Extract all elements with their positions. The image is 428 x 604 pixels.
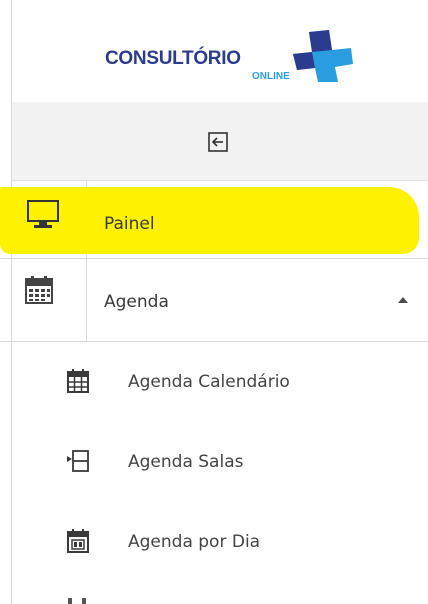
brand-logo[interactable]: CONSULTÓRIO ONLINE <box>105 30 365 82</box>
highlight-marker <box>0 187 419 254</box>
rooms-icon <box>67 450 89 472</box>
submenu-item-agenda-salas[interactable]: Agenda Salas <box>12 434 428 492</box>
submenu-label-agenda-por-dia: Agenda por Dia <box>128 532 261 552</box>
caret-up-icon[interactable] <box>398 297 408 303</box>
partial-menu-icon <box>68 598 86 604</box>
collapse-bar <box>12 102 428 181</box>
sidebar-item-agenda[interactable]: Agenda <box>0 259 428 342</box>
submenu-item-agenda-calendario[interactable]: Agenda Calendário <box>12 354 428 412</box>
submenu-label-agenda-salas: Agenda Salas <box>128 452 244 472</box>
submenu-label-agenda-calendario: Agenda Calendário <box>128 372 290 392</box>
submenu-item-agenda-por-dia[interactable]: Agenda por Dia <box>12 514 428 572</box>
brand-cross-icon <box>293 30 353 82</box>
calendar-day-icon <box>67 529 89 553</box>
logo-area: CONSULTÓRIO ONLINE <box>12 0 428 102</box>
calendar-icon <box>25 276 53 304</box>
brand-name: CONSULTÓRIO <box>105 48 241 69</box>
sidebar-item-painel-label: Painel <box>104 214 155 234</box>
collapse-sidebar-icon[interactable] <box>207 131 229 153</box>
calendar-grid-icon <box>67 369 89 393</box>
sidebar-item-agenda-label: Agenda <box>104 292 169 312</box>
sidebar-item-painel[interactable]: Painel <box>0 181 428 259</box>
monitor-icon <box>27 200 59 228</box>
